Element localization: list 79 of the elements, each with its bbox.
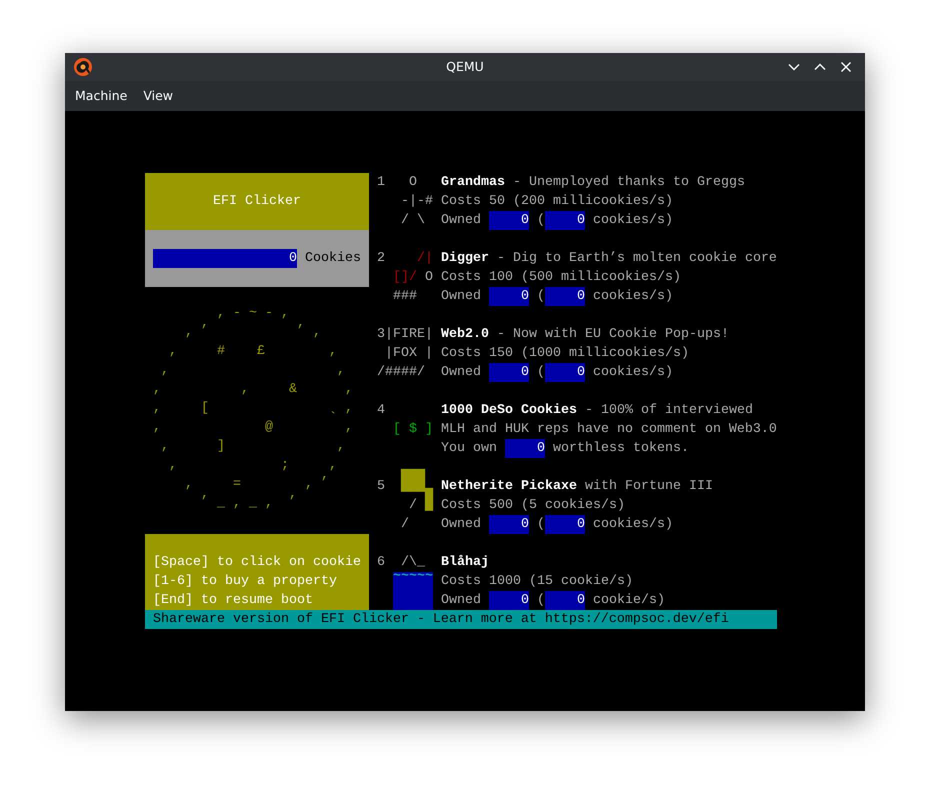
counter-value: 0	[489, 287, 529, 306]
item-number: 5	[377, 478, 385, 496]
item-number: 4	[377, 402, 385, 420]
property-text: cookies/s)	[592, 288, 673, 306]
property-text: cookie/s)	[592, 592, 665, 610]
property-name: Grandmas	[441, 174, 505, 192]
game-title: EFI Clicker	[213, 193, 301, 211]
property-text: MLH and HUK reps have no comment on Web3.0	[441, 421, 777, 439]
item-number: 1	[377, 174, 385, 192]
property-text: Owned	[441, 364, 482, 382]
ascii-art: |FIRE|	[385, 326, 433, 344]
help-text: [End] to resume boot	[153, 592, 314, 610]
close-icon	[839, 60, 853, 74]
cookie-counter: 0	[153, 249, 297, 268]
property-text: Owned	[441, 212, 482, 230]
property-text: - Now with EU Cookie Pop-ups!	[496, 326, 729, 344]
ascii-art: |FOX |	[385, 345, 433, 363]
ascii-art: / \	[401, 212, 425, 230]
ascii-art: O	[409, 174, 417, 192]
ascii-art: /|	[417, 250, 433, 268]
property-name: Netherite Pickaxe	[441, 478, 577, 496]
ascii-art: []/	[393, 269, 417, 287]
property-text: worthless tokens.	[552, 440, 689, 458]
counter-value: 0	[545, 211, 585, 230]
property-text: - Dig to Earth’s molten cookie core	[496, 250, 777, 268]
ascii-art: /####/	[377, 364, 425, 382]
property-name: Web2.0	[441, 326, 489, 344]
menu-item[interactable]: Machine	[67, 81, 136, 111]
ascii-art: /\_	[401, 554, 425, 572]
app-logo-icon	[73, 57, 93, 77]
property-text: Owned	[441, 288, 482, 306]
property-text: - Unemployed thanks to Greggs	[512, 174, 745, 192]
property-text: cookies/s)	[592, 364, 673, 382]
property-name: Blåhaj	[441, 554, 489, 572]
property-text: Costs 100 (500 millicookies/s)	[441, 269, 681, 287]
property-text: cookies/s)	[592, 516, 673, 534]
item-number: 2	[377, 250, 385, 268]
item-number: 3	[377, 326, 385, 344]
counter-value: 0	[505, 439, 545, 458]
ascii-art: /	[409, 497, 417, 515]
property-text: Costs 500 (5 cookies/s)	[441, 497, 625, 515]
counter-value: 0	[545, 515, 585, 534]
counter-value: 0	[545, 287, 585, 306]
property-text: cookies/s)	[592, 212, 673, 230]
counter-value: 0	[489, 591, 529, 610]
property-name: Digger	[441, 250, 489, 268]
ascii-art: [ $ ]	[393, 421, 433, 439]
ascii-art: ###	[393, 288, 417, 306]
property-text: - 100% of interviewed	[584, 402, 753, 420]
window-title: QEMU	[446, 58, 484, 74]
property-text: You own	[441, 440, 498, 458]
counter-value: 0	[545, 363, 585, 382]
property-text: with Fortune III	[584, 478, 713, 496]
wave-art: ~~~~~	[393, 572, 433, 582]
counter-value: 0	[545, 591, 585, 610]
ascii-art: O	[425, 269, 433, 287]
property-text: (	[536, 516, 545, 534]
item-number: 6	[377, 554, 385, 572]
property-text: Owned	[441, 516, 482, 534]
ascii-art: /	[401, 516, 409, 534]
property-name: 1000 DeSo Cookies	[441, 402, 577, 420]
status-bar-text: Shareware version of EFI Clicker - Learn more at https://compsoc.dev/efi	[153, 612, 729, 627]
help-text: [1-6] to buy a property	[153, 573, 338, 591]
property-text: Owned	[441, 592, 482, 610]
property-text: Costs 50 (200 millicookies/s)	[441, 193, 673, 211]
property-text: (	[536, 288, 545, 306]
property-text: (	[536, 364, 545, 382]
cookies-label: Cookies	[305, 250, 361, 268]
property-text: Costs 150 (1000 millicookies/s)	[441, 345, 689, 363]
cookie-ascii-art: , - ~ - , , , , , , # £ , , , , , & , , [ , ` , @ , , ] , , ; , , , = , , , _ , _ ,	[152, 309, 354, 508]
menu-item[interactable]: View	[135, 81, 181, 111]
ascii-art: -|-#	[401, 193, 433, 211]
counter-value: 0	[489, 363, 529, 382]
counter-value: 0	[489, 211, 529, 230]
counter-value: 0	[489, 515, 529, 534]
help-text: [Space] to click on cookie	[153, 554, 362, 572]
property-text: (	[536, 592, 545, 610]
property-text: Costs 1000 (15 cookie/s)	[441, 573, 633, 591]
property-text: (	[536, 212, 545, 230]
